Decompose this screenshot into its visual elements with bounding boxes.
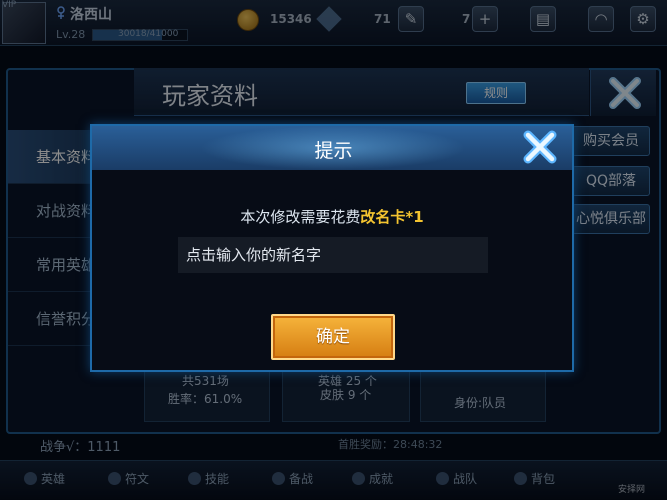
dialog-message: 本次修改需要花费改名卡*1 (92, 206, 572, 227)
new-name-input[interactable] (178, 237, 488, 273)
close-icon (523, 130, 557, 164)
confirm-button[interactable]: 确定 (271, 314, 395, 360)
dialog-close-button[interactable] (512, 126, 568, 168)
rename-card-cost: 改名卡*1 (360, 208, 424, 226)
message-text: 本次修改需要花费 (240, 208, 361, 226)
